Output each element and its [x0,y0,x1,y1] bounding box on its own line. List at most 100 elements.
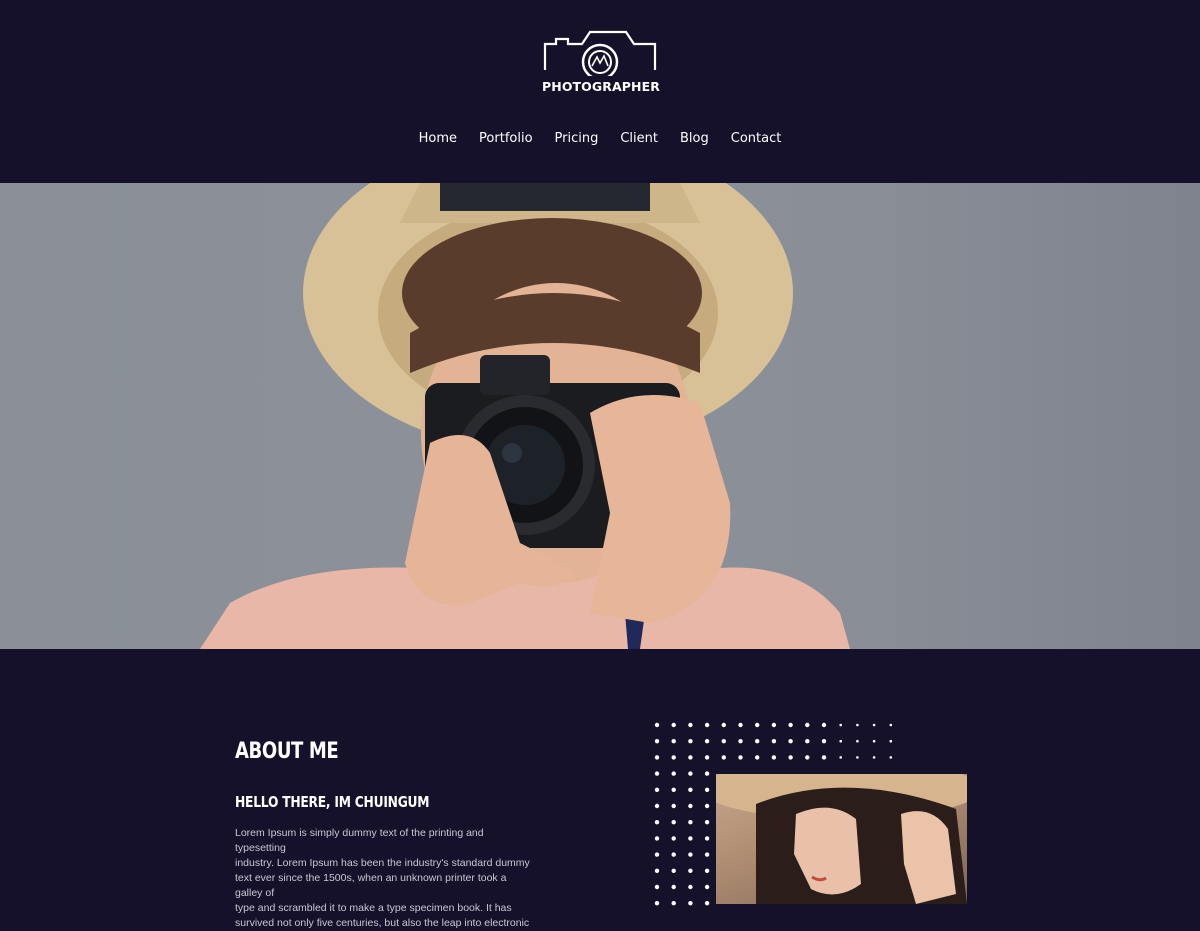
camera-icon [543,30,657,76]
pattern-dot [704,803,710,809]
pattern-dot [654,901,660,906]
pattern-dot [704,771,710,776]
pattern-dot [654,803,660,809]
about-body-line: survived not only five centuries, but al… [235,917,530,929]
pattern-dot [688,820,693,825]
pattern-dot [721,722,726,728]
about-body-line: text ever since the 1500s, when an unkno… [235,872,507,899]
pattern-dot [688,739,693,744]
pattern-dot [654,820,660,825]
pattern-dot [738,739,743,744]
pattern-dot [654,868,660,873]
pattern-dot [889,739,893,743]
pattern-dot [654,739,660,744]
nav-home[interactable]: Home [408,130,468,148]
pattern-dot [671,852,676,857]
pattern-dot [704,884,710,890]
nav-portfolio[interactable]: Portfolio [468,130,543,148]
pattern-dot [688,852,693,857]
pattern-dot [654,884,660,890]
pattern-dot [889,756,893,759]
pattern-dot [671,868,676,873]
pattern-dot [671,820,676,825]
nav-client[interactable]: Client [609,130,669,148]
pattern-dot [671,901,676,906]
pattern-dot [704,868,710,873]
pattern-dot [821,722,827,728]
pattern-dot [704,755,710,760]
pattern-dot [771,739,777,744]
pattern-dot [755,739,760,744]
main-nav: Home Portfolio Pricing Client Blog Conta… [0,130,1200,148]
pattern-dot [688,771,693,776]
about-body: Lorem Ipsum is simply dummy text of the … [235,826,535,931]
pattern-dot [805,722,810,728]
about-body-line: industry. Lorem Ipsum has been the indus… [235,857,530,869]
pattern-dot [704,739,710,744]
pattern-dot [839,756,842,759]
pattern-dot [721,739,726,744]
woman-in-hat-portrait [716,774,967,904]
pattern-dot [671,722,676,728]
pattern-dot [788,739,793,744]
pattern-dot [688,884,693,890]
logo-text: PHOTOGRAPHER [542,79,660,94]
about-subtitle: HELLO THERE, IM CHUINGUM [235,793,430,811]
pattern-dot [654,836,660,841]
about-body-line: Lorem Ipsum is simply dummy text of the … [235,827,484,854]
photographer-with-camera-photo [200,183,850,649]
pattern-dot [788,755,793,760]
pattern-dot [755,722,760,728]
pattern-dot [654,787,660,792]
hero-image [0,183,1200,649]
pattern-dot [856,756,859,759]
pattern-dot [688,755,693,760]
pattern-dot [856,739,859,743]
pattern-dot [839,723,842,727]
pattern-dot [704,820,710,825]
pattern-dot [671,771,676,776]
pattern-dot [654,722,660,728]
site-header: PHOTOGRAPHER Home Portfolio Pricing Clie… [0,0,1200,183]
nav-blog[interactable]: Blog [669,130,720,148]
pattern-dot [654,852,660,857]
pattern-dot [771,722,777,728]
pattern-dot [872,756,876,759]
pattern-dot [688,836,693,841]
pattern-dot [721,755,726,760]
nav-contact[interactable]: Contact [720,130,793,148]
pattern-dot [821,755,827,760]
pattern-dot [654,755,660,760]
pattern-dot [671,787,676,792]
about-body-line: type and scrambled it to make a type spe… [235,902,512,914]
pattern-dot [671,755,676,760]
pattern-dot [671,884,676,890]
pattern-dot [788,722,793,728]
pattern-dot [889,723,893,727]
pattern-dot [755,755,760,760]
logo[interactable]: PHOTOGRAPHER [542,30,660,100]
about-title: ABOUT ME [235,739,339,764]
pattern-dot [671,836,676,841]
pattern-dot [688,803,693,809]
pattern-dot [821,739,827,744]
pattern-dot [839,739,842,743]
pattern-dot [688,901,693,906]
pattern-dot [805,739,810,744]
nav-pricing[interactable]: Pricing [544,130,610,148]
pattern-dot [704,852,710,857]
pattern-dot [738,755,743,760]
pattern-dot [688,787,693,792]
about-section: ABOUT ME HELLO THERE, IM CHUINGUM Lorem … [0,649,1200,929]
pattern-dot [704,722,710,728]
pattern-dot [704,901,710,906]
pattern-dot [671,803,676,809]
about-portrait [716,774,967,904]
pattern-dot [688,868,693,873]
pattern-dot [704,787,710,792]
pattern-dot [872,739,876,743]
pattern-dot [856,723,859,727]
pattern-dot [738,722,743,728]
pattern-dot [805,755,810,760]
pattern-dot [704,836,710,841]
